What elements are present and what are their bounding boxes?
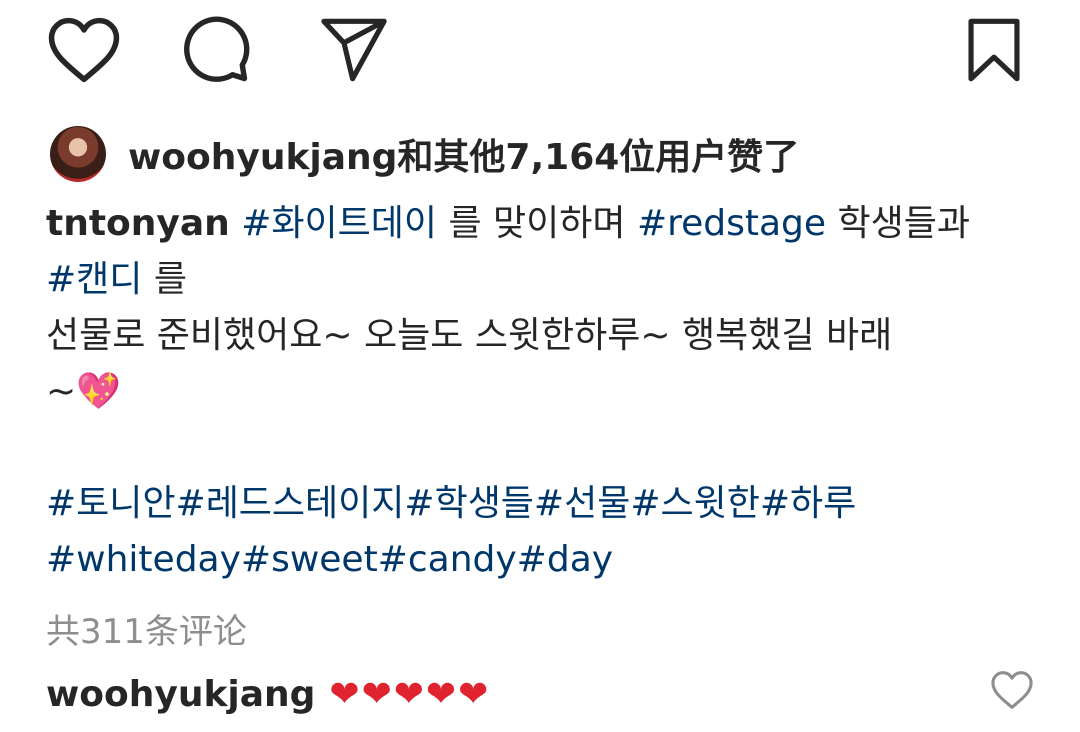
like-button[interactable] bbox=[46, 12, 122, 88]
post-action-bar bbox=[0, 0, 1080, 100]
hashtag[interactable]: #redstage bbox=[637, 203, 826, 244]
bookmark-icon bbox=[968, 18, 1020, 82]
paper-plane-icon bbox=[321, 18, 387, 82]
caption-text: 를 bbox=[142, 259, 187, 300]
view-all-comments-link[interactable]: 共311条评论 bbox=[46, 604, 247, 653]
hashtag[interactable]: #화이트데이 bbox=[241, 203, 437, 244]
caption-text: 를 맞이하며 bbox=[437, 203, 637, 244]
comment-like-button[interactable] bbox=[990, 670, 1038, 710]
hashtag-line[interactable]: #토니안#레드스테이지#학생들#선물#스윗한#하루 bbox=[46, 476, 1046, 532]
heart-outline-icon bbox=[991, 671, 1033, 709]
caption-line: ~💖 bbox=[46, 371, 121, 412]
caption-line: 선물로 준비했어요~ 오늘도 스윗한하루~ 행복했길 바래 bbox=[46, 315, 893, 356]
avatar[interactable] bbox=[50, 126, 106, 182]
likes-text[interactable]: woohyukjang和其他7,164位用户赞了 bbox=[128, 128, 799, 180]
comment-item: woohyukjang ❤❤❤❤❤ bbox=[46, 664, 490, 724]
hashtag-line[interactable]: #whiteday#sweet#candy#day bbox=[46, 532, 1046, 588]
comment-text: ❤❤❤❤❤ bbox=[329, 673, 491, 715]
likes-summary: woohyukjang和其他7,164位用户赞了 bbox=[50, 124, 799, 184]
hashtag[interactable]: #캔디 bbox=[46, 259, 142, 300]
heart-outline-icon bbox=[48, 17, 120, 83]
comment-username[interactable]: woohyukjang bbox=[46, 674, 315, 715]
comment-button[interactable] bbox=[178, 12, 254, 88]
caption-line: tntonyan #화이트데이 를 맞이하며 #redstage 학생들과 bbox=[46, 196, 1046, 252]
comment-bubble-icon bbox=[184, 16, 250, 82]
post-caption: tntonyan #화이트데이 를 맞이하며 #redstage 학생들과 #캔… bbox=[46, 196, 1046, 588]
share-button[interactable] bbox=[316, 12, 392, 88]
caption-text: 학생들과 bbox=[826, 203, 971, 244]
likes-count-text[interactable]: 和其他7,164位用户赞了 bbox=[397, 137, 799, 178]
save-button[interactable] bbox=[956, 12, 1032, 88]
caption-line: #캔디 를 bbox=[46, 252, 1046, 308]
caption-username[interactable]: tntonyan bbox=[46, 203, 230, 244]
liker-username[interactable]: woohyukjang bbox=[128, 137, 397, 178]
